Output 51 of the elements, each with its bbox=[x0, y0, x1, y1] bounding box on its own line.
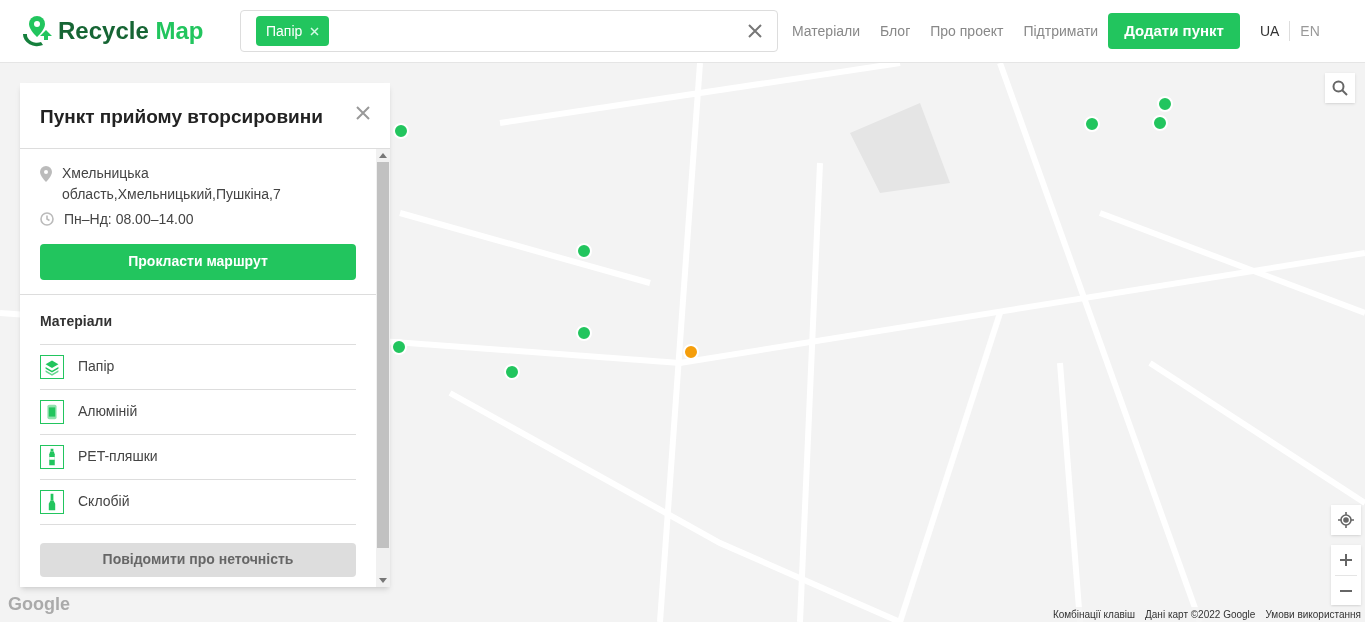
material-label: Папір bbox=[78, 357, 115, 376]
material-label: PET-пляшки bbox=[78, 447, 158, 466]
scroll-down-icon[interactable] bbox=[379, 578, 387, 583]
paper-icon bbox=[40, 354, 64, 379]
nav-link[interactable]: Блог bbox=[880, 20, 911, 42]
search-field[interactable]: Папір bbox=[240, 10, 778, 52]
map-marker[interactable] bbox=[1084, 116, 1100, 132]
map-marker[interactable] bbox=[576, 325, 592, 341]
map-footer-link[interactable]: Умови використання bbox=[1265, 607, 1361, 622]
map-footer-link[interactable]: Комбінації клавіш bbox=[1052, 607, 1136, 622]
map-marker[interactable] bbox=[1152, 115, 1168, 131]
clock-icon bbox=[40, 212, 54, 226]
glass-icon bbox=[40, 489, 64, 514]
pet-icon bbox=[40, 444, 64, 469]
locate-button[interactable] bbox=[1331, 505, 1361, 535]
map-marker[interactable] bbox=[391, 339, 407, 355]
nav-link[interactable]: Матеріали bbox=[792, 20, 860, 42]
scrollbar[interactable] bbox=[376, 148, 390, 587]
material-label: Склобій bbox=[78, 492, 130, 511]
materials-heading: Матеріали bbox=[40, 294, 356, 345]
nav-link[interactable]: Про проект bbox=[930, 20, 1004, 42]
map-marker[interactable] bbox=[683, 344, 699, 360]
map-footer-link[interactable]: Дані карт ©2022 Google bbox=[1145, 607, 1256, 622]
close-icon[interactable] bbox=[356, 106, 370, 120]
report-button[interactable]: Повідомити про неточність bbox=[40, 542, 356, 577]
map-marker[interactable] bbox=[576, 243, 592, 259]
map-logo: Google bbox=[8, 593, 70, 616]
map-marker[interactable] bbox=[393, 123, 409, 139]
can-icon bbox=[40, 399, 64, 424]
address-text: Хмельницька область,Хмельницький,Пушкіна,7 bbox=[62, 163, 282, 204]
panel-title: Пункт прийому вторсировини bbox=[40, 105, 323, 129]
filter-chip[interactable]: Папір bbox=[256, 16, 330, 46]
search-button[interactable] bbox=[1325, 73, 1355, 103]
map-marker[interactable] bbox=[1157, 96, 1173, 112]
route-button[interactable]: Прокласти маршрут bbox=[40, 243, 356, 280]
remove-icon[interactable] bbox=[310, 26, 320, 36]
nav-link[interactable]: Підтримати bbox=[1023, 20, 1099, 42]
search-icon bbox=[1332, 80, 1348, 96]
logo-icon bbox=[20, 14, 54, 48]
plus-icon bbox=[1340, 554, 1352, 566]
language-link[interactable]: EN bbox=[1300, 20, 1320, 42]
add-point-button[interactable]: Додати пункт bbox=[1108, 13, 1240, 49]
map-marker[interactable] bbox=[504, 364, 520, 380]
hours-text: Пн–Нд: 08.00–14.00 bbox=[64, 209, 194, 229]
language-link[interactable]: UA bbox=[1259, 20, 1280, 42]
scroll-up-icon[interactable] bbox=[379, 152, 387, 158]
crosshair-icon bbox=[1338, 512, 1354, 528]
material-label: Алюміній bbox=[78, 402, 138, 421]
clear-icon[interactable] bbox=[748, 24, 762, 38]
logo-text[interactable]: Recycle Map bbox=[58, 13, 204, 49]
location-pin-icon bbox=[40, 165, 52, 182]
